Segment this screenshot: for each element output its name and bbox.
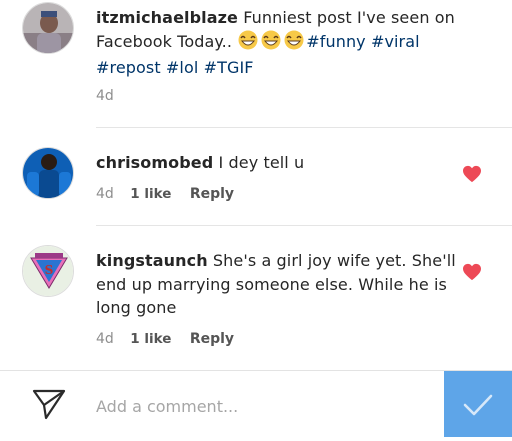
divider bbox=[96, 127, 512, 128]
comment-time: 4d bbox=[96, 331, 114, 347]
comment-meta: 4d 1 like Reply bbox=[96, 331, 246, 347]
avatar[interactable] bbox=[22, 147, 74, 199]
comment-time: 4d bbox=[96, 186, 114, 202]
like-count[interactable]: 1 like bbox=[130, 186, 171, 202]
like-count[interactable]: 1 like bbox=[130, 331, 171, 347]
comment-text: itzmichaelblaze Funniest post I've seen … bbox=[96, 6, 456, 80]
paper-plane-icon[interactable] bbox=[32, 388, 66, 420]
grinning-face-icon bbox=[283, 30, 305, 57]
avatar[interactable]: S bbox=[22, 245, 74, 297]
comment-text: kingstaunch She's a girl joy wife yet. S… bbox=[96, 249, 456, 320]
composer-divider bbox=[0, 370, 512, 371]
heart-icon[interactable] bbox=[462, 263, 482, 281]
hashtag-link[interactable]: #viral bbox=[371, 32, 420, 51]
divider bbox=[96, 225, 512, 226]
hashtag-link[interactable]: #TGIF bbox=[204, 58, 254, 77]
comment-input[interactable] bbox=[94, 390, 428, 422]
checkmark-icon bbox=[463, 394, 493, 416]
hashtag-link[interactable]: #lol bbox=[166, 58, 199, 77]
comment-username[interactable]: chrisomobed bbox=[96, 153, 213, 172]
comment-meta: 4d 1 like Reply bbox=[96, 186, 246, 202]
hashtag-link[interactable]: #repost bbox=[96, 58, 161, 77]
comment-text: chrisomobed I dey tell u bbox=[96, 151, 456, 175]
hashtag-link[interactable]: #funny bbox=[306, 32, 366, 51]
comment-time: 4d bbox=[96, 88, 114, 104]
svg-text:S: S bbox=[45, 263, 54, 277]
avatar[interactable] bbox=[22, 2, 74, 54]
post-comment-button[interactable] bbox=[444, 371, 512, 437]
comment-username[interactable]: kingstaunch bbox=[96, 251, 208, 270]
comment-meta: 4d bbox=[96, 88, 126, 104]
grinning-face-icon bbox=[237, 30, 259, 57]
reply-button[interactable]: Reply bbox=[190, 186, 234, 202]
reply-button[interactable]: Reply bbox=[190, 331, 234, 347]
comment-body: I dey tell u bbox=[218, 153, 305, 172]
heart-icon[interactable] bbox=[462, 165, 482, 183]
comment-username[interactable]: itzmichaelblaze bbox=[96, 8, 238, 27]
grinning-face-icon bbox=[260, 30, 282, 57]
